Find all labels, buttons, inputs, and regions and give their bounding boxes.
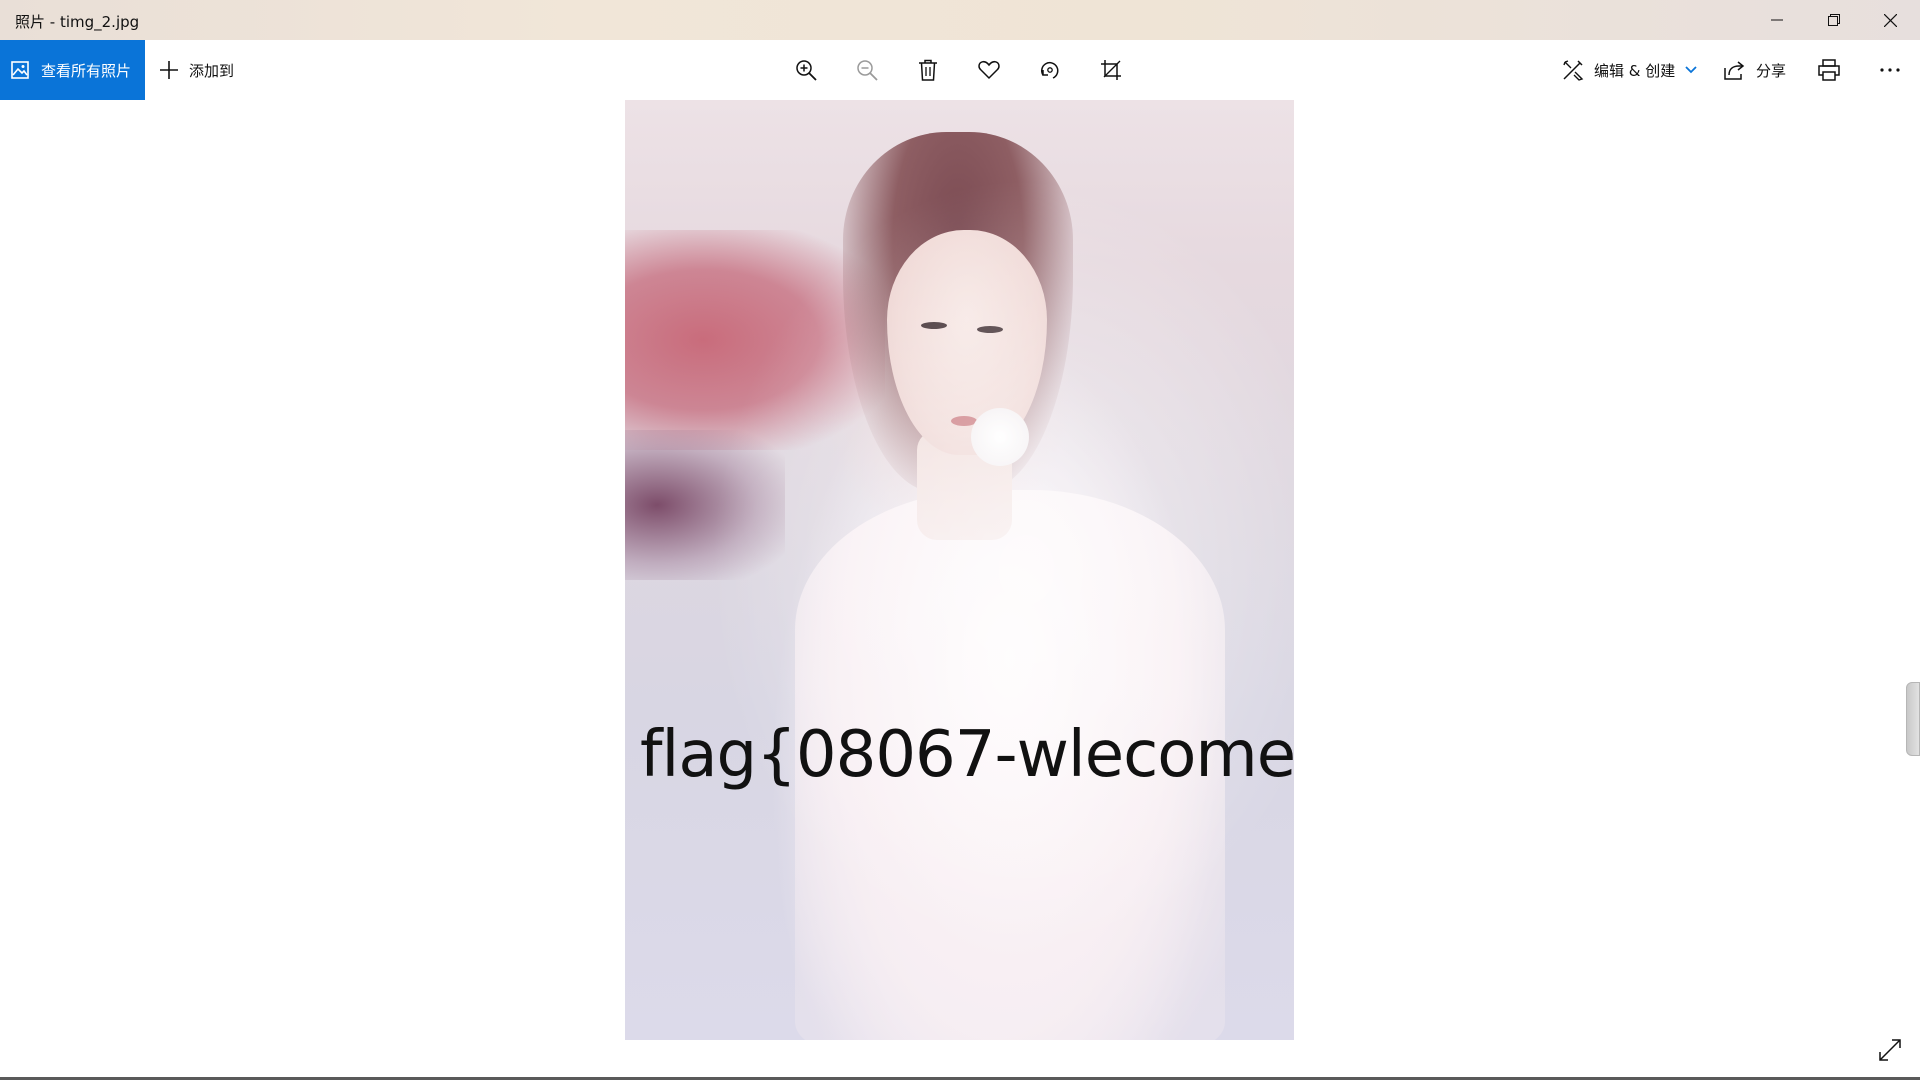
close-icon <box>1884 13 1897 27</box>
print-button[interactable] <box>1813 54 1845 86</box>
view-all-photos-label: 查看所有照片 <box>41 61 132 80</box>
restore-icon <box>1827 14 1840 26</box>
minimize-button[interactable] <box>1748 0 1805 40</box>
minimize-icon <box>1770 19 1783 21</box>
favorite-icon <box>978 60 1000 80</box>
side-scroll-handle[interactable] <box>1906 682 1920 756</box>
share-button[interactable]: 分享 <box>1724 40 1786 100</box>
favorite-button[interactable] <box>973 54 1005 86</box>
edit-create-label: 编辑 & 创建 <box>1594 61 1676 80</box>
share-label: 分享 <box>1756 61 1787 80</box>
close-button[interactable] <box>1862 0 1919 40</box>
zoom-out-button[interactable] <box>851 54 883 86</box>
toolbar: 查看所有照片 添加到 编辑 & 创建 分享 <box>0 40 1920 100</box>
crop-button[interactable] <box>1095 54 1127 86</box>
print-icon <box>1818 59 1840 81</box>
rotate-button[interactable] <box>1034 54 1066 86</box>
photo-overlay-text: flag{08067-wlecome} <box>640 718 1294 792</box>
photo-icon <box>11 61 29 79</box>
add-to-button[interactable]: 添加到 <box>159 40 234 100</box>
zoom-in-button[interactable] <box>790 54 822 86</box>
zoom-in-icon <box>796 60 817 81</box>
delete-icon <box>919 59 937 81</box>
chevron-down-icon <box>1685 66 1697 74</box>
zoom-out-icon <box>857 60 878 81</box>
crop-icon <box>1101 60 1121 80</box>
fullscreen-button[interactable] <box>1874 1034 1906 1066</box>
add-to-label: 添加到 <box>189 61 235 80</box>
window-title: 照片 - timg_2.jpg <box>15 13 140 31</box>
edit-create-button[interactable]: 编辑 & 创建 <box>1562 40 1697 100</box>
edit-create-icon <box>1562 59 1584 81</box>
restore-button[interactable] <box>1805 0 1862 40</box>
plus-icon <box>159 60 179 80</box>
delete-button[interactable] <box>912 54 944 86</box>
photo-canvas[interactable]: flag{08067-wlecome} <box>625 100 1294 1040</box>
more-button[interactable] <box>1874 54 1906 86</box>
view-all-photos-button[interactable]: 查看所有照片 <box>0 40 145 100</box>
expand-icon <box>1879 1039 1901 1061</box>
title-bar: 照片 - timg_2.jpg <box>0 0 1920 40</box>
more-icon <box>1880 68 1900 72</box>
rotate-icon <box>1040 62 1059 79</box>
share-icon <box>1724 60 1746 80</box>
photo-haze <box>625 100 1294 1040</box>
